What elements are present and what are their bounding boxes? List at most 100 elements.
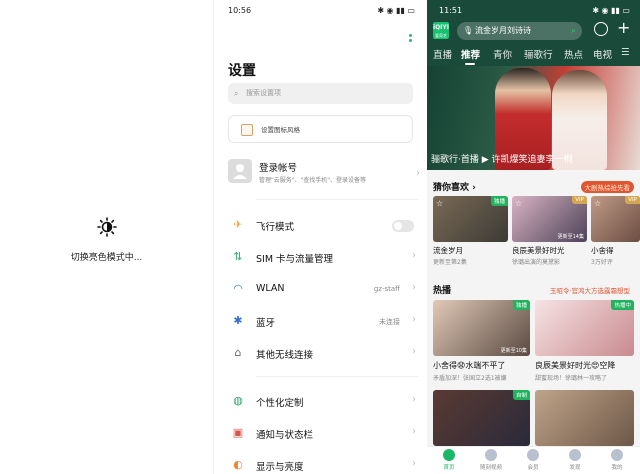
video-subtitle: 矛盾加深！张国立2选1被嫌 [433,375,507,382]
logo-text: iQIYI [433,24,449,31]
row-label: 通知与状态栏 [256,430,314,441]
section-title-hot[interactable]: 热播 [433,283,451,296]
tab-hot[interactable]: 热点 [564,47,583,61]
video-title[interactable]: 流金岁月 [433,245,463,256]
account-login-row[interactable]: 登录帐号 管理"云服务"、"查找手机"、登录设备等 › [228,158,420,188]
video-thumb-liangchen[interactable]: ☆ VIP 更新至14集 [512,196,587,242]
star-icon[interactable]: ☆ [436,199,443,208]
video-subtitle: 3万好评 [591,259,613,266]
menu-icon[interactable]: ☰ [621,47,630,58]
section-pill-guess[interactable]: 大剧热综抢先看 [580,181,634,193]
section-pill-hot[interactable]: 玉昭令·官鸿大方选露霜想型 [545,284,634,296]
video-icon [485,449,497,461]
tab-ligexing[interactable]: 骊歌行 [524,47,553,61]
nav-home[interactable]: 首页 [429,449,469,471]
tab-qingni[interactable]: 青你 [493,47,512,61]
theme-card-label: 设置图标风格 [261,126,300,134]
search-icon[interactable]: ⌕ [571,22,576,40]
profile-icon [611,449,623,461]
nav-discover[interactable]: 发现 [555,449,595,471]
palette-icon: ◍ [233,394,243,407]
nav-label: 随刻视频 [479,465,502,471]
badge: 自制 [512,390,530,400]
hero-banner[interactable]: 骊歌行·首播 ▶ 许凯爆笑追妻李一桐 [427,66,640,170]
tab-live[interactable]: 直播 [433,47,452,61]
chevron-right-icon: › [412,250,416,261]
bluetooth-icon: ✱ [233,314,243,327]
status-icons: ✱ ◉ ▮▮ ▭ [592,6,630,15]
section-title-guess[interactable]: 猜你喜欢 › [433,180,476,193]
pane-theme-switching: 切换亮色模式中... [0,0,213,474]
video-thumb-bottom-2[interactable] [535,390,634,446]
history-clock-icon[interactable] [594,22,608,36]
search-input[interactable]: 🎙 流金岁月刘诗诗 ⌕ [457,22,582,40]
microphone-icon[interactable]: 🎙 [463,22,473,40]
video-subtitle: 更新至第2集 [433,259,467,266]
settings-row-display[interactable]: ◐ 显示与亮度 › [214,452,427,474]
channel-tabs: 直播 推荐 青你 骊歌行 热点 电视 ☰ [427,47,640,65]
settings-row-notification[interactable]: ▣ 通知与状态栏 › [214,420,427,446]
banner-caption: 骊歌行·首播 ▶ 许凯爆笑追妻李一桐 [431,155,573,165]
settings-row-sim[interactable]: ⇅ SIM 卡与流量管理 › [214,244,427,270]
row-label: 个性化定制 [256,398,304,409]
row-label: 蓝牙 [256,318,276,329]
badge: 独播 [490,196,508,206]
row-label: 显示与亮度 [256,462,304,473]
settings-row-wlan[interactable]: ◠ WLAN gz-staff › [214,276,427,302]
row-label: 其他无线连接 [256,350,314,361]
video-thumb-xiaoshede[interactable]: ☆ VIP [591,196,640,242]
video-title[interactable]: 小舍得😧水端不平了 [433,360,505,371]
video-thumb-liujin[interactable]: ☆ 独播 [433,196,508,242]
notification-icon: ▣ [232,426,244,439]
tab-recommend[interactable]: 推荐 [461,47,480,61]
video-subtitle: 甜蜜现场！徐璐林一攻略了 [535,375,608,382]
settings-row-other-wireless[interactable]: ⌂ 其他无线连接 › [214,340,427,366]
row-value: gz-staff [373,285,400,293]
chevron-right-icon: › [412,282,416,293]
switching-status-text: 切换亮色模式中... [70,253,143,263]
settings-search-input[interactable]: ⌕ 搜索设置项 [228,83,413,104]
airplane-icon: ✈ [233,218,243,231]
nav-mine[interactable]: 我的 [597,449,637,471]
status-time: 10:56 [228,6,252,15]
nav-label: 首页 [443,465,455,471]
more-dots-icon[interactable] [409,34,413,44]
app-logo[interactable]: iQIYI 爱奇艺 [433,22,449,39]
video-thumb-hot-2[interactable]: 热播中 [535,300,634,356]
theme-card[interactable]: 设置图标风格 [228,115,413,143]
nav-label: 我的 [611,465,623,471]
account-name: 登录帐号 [259,163,298,174]
nav-vip[interactable]: 会员 [513,449,553,471]
brightness-icon [97,217,117,237]
video-thumb-hot-1[interactable]: 独播 更新至10集 [433,300,530,356]
row-label: SIM 卡与流量管理 [256,254,334,265]
search-placeholder: 搜索设置项 [246,89,281,97]
pane-iqiyi-home: 11:51 ✱ ◉ ▮▮ ▭ iQIYI 爱奇艺 🎙 流金岁月刘诗诗 ⌕ + 直播… [427,0,640,474]
row-value: 未连接 [379,318,400,326]
video-title[interactable]: 小舍得 [591,245,614,256]
star-icon[interactable]: ☆ [594,199,601,208]
wireless-icon: ⌂ [234,346,242,359]
page-title: 设置 [228,63,256,79]
star-icon[interactable]: ☆ [515,199,522,208]
active-tab-indicator [465,63,475,65]
settings-row-bluetooth[interactable]: ✱ 蓝牙 未连接 › [214,308,427,334]
theme-thumbnail-icon [241,124,253,136]
chevron-right-icon: › [412,314,416,325]
airplane-toggle[interactable] [392,220,414,232]
wifi-icon: ◠ [233,282,243,295]
settings-row-personalize[interactable]: ◍ 个性化定制 › [214,388,427,414]
nav-suike[interactable]: 随刻视频 [471,449,511,471]
video-thumb-bottom-1[interactable]: 自制 [433,390,530,446]
plus-icon[interactable]: + [617,18,630,37]
video-title[interactable]: 良辰美景好时光😍空降 [535,360,615,371]
chevron-right-icon: › [412,346,416,357]
video-title[interactable]: 良辰美景好时光 [512,245,565,256]
sim-card-icon: ⇅ [233,250,243,263]
search-text: 流金岁月刘诗诗 [475,26,531,35]
settings-row-airplane[interactable]: ✈ 飞行模式 [214,212,427,238]
user-icon [233,164,247,179]
row-label: WLAN [256,283,285,294]
home-icon [443,449,455,461]
tab-tv[interactable]: 电视 [593,47,612,61]
